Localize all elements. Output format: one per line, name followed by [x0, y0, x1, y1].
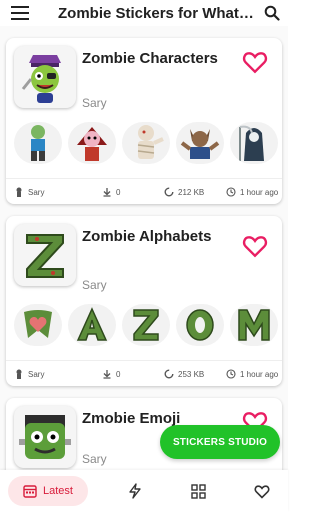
pack-header: Zombie Characters Sary: [6, 38, 282, 118]
meta-downloads: 0: [102, 369, 120, 379]
meta-downloads-text: 0: [116, 187, 121, 197]
pack-meta-bar: Sary 0 212 KB 1 hour ago: [6, 178, 282, 204]
zombie-letter-m-icon: [238, 309, 270, 341]
zombie-pirate-icon: [21, 55, 61, 103]
meta-size: 253 KB: [164, 369, 204, 379]
pack-thumbnail: [14, 46, 76, 108]
meta-updated-text: 1 hour ago: [240, 369, 279, 379]
pack-author: Sary: [82, 452, 107, 466]
pack-name: Zombie Alphabets: [82, 228, 212, 245]
pack-thumbnail: [14, 406, 76, 468]
meta-downloads: 0: [102, 187, 120, 197]
pack-header: Zombie Alphabets Sary: [6, 216, 282, 296]
sticker-thumb[interactable]: [68, 122, 116, 164]
zombie-letter-a-icon: [76, 307, 108, 341]
bottom-navigation: Latest: [0, 470, 288, 512]
grid-icon: [190, 483, 206, 499]
sticker-thumb[interactable]: [122, 122, 170, 164]
nav-favorites-tab[interactable]: [251, 480, 273, 502]
download-icon: [103, 370, 111, 379]
meta-author: Sary: [14, 187, 44, 197]
nav-categories-tab[interactable]: [187, 480, 209, 502]
app-screen: Zombie Stickers for WhatsApp Zombie Char…: [0, 0, 288, 512]
sticker-preview-row: [6, 304, 282, 354]
download-icon: [103, 188, 111, 197]
meta-downloads-text: 0: [116, 369, 121, 379]
sticker-thumb[interactable]: [14, 304, 62, 346]
sticker-preview-row: [6, 122, 282, 172]
top-app-bar: Zombie Stickers for WhatsApp: [0, 0, 288, 26]
zombie-vampire-icon: [77, 127, 107, 161]
meta-updated: 1 hour ago: [226, 369, 278, 379]
favorite-heart-icon[interactable]: [242, 50, 268, 74]
nav-latest-tab[interactable]: Latest: [8, 476, 88, 506]
zombie-letter-o-icon: [186, 309, 214, 341]
zombie-heart-icon: [24, 310, 52, 338]
app-title: Zombie Stickers for WhatsApp: [58, 4, 256, 22]
heart-outline-icon: [254, 484, 270, 499]
sticker-thumb[interactable]: [230, 304, 278, 346]
meta-author-text: Sary: [28, 187, 45, 197]
nav-trending-tab[interactable]: [124, 480, 146, 502]
pack-name: Zombie Characters: [82, 50, 218, 67]
grim-reaper-icon: [239, 125, 264, 161]
pack-author: Sary: [82, 96, 107, 110]
sticker-thumb[interactable]: [176, 122, 224, 164]
pack-card-zombie-alphabets[interactable]: Zombie Alphabets Sary Sary 0 253 KB 1 ho…: [6, 216, 282, 386]
meta-updated-text: 1 hour ago: [240, 187, 279, 197]
sticker-thumb[interactable]: [230, 122, 278, 164]
meta-size-text: 212 KB: [178, 187, 205, 197]
sticker-thumb[interactable]: [122, 304, 170, 346]
meta-author-text: Sary: [28, 369, 45, 379]
favorite-heart-icon[interactable]: [242, 234, 268, 258]
sticker-pack-list[interactable]: Zombie Characters Sary Sary 0 212 KB 1 h…: [0, 26, 288, 470]
pack-meta-bar: Sary 0 253 KB 1 hour ago: [6, 360, 282, 386]
search-icon: [264, 5, 280, 21]
clock-icon: [226, 369, 236, 379]
lightning-icon: [129, 483, 141, 499]
zombie-small-icon: [16, 187, 22, 197]
pack-thumbnail: [14, 224, 76, 286]
sticker-thumb[interactable]: [68, 304, 116, 346]
werewolf-icon: [180, 129, 220, 159]
meta-author: Sary: [14, 369, 44, 379]
meta-updated: 1 hour ago: [226, 187, 278, 197]
search-button[interactable]: [256, 0, 288, 26]
pack-author: Sary: [82, 278, 107, 292]
zombie-letter-z-icon: [133, 309, 159, 341]
hamburger-icon: [11, 6, 29, 20]
zombie-small-icon: [16, 369, 22, 379]
data-usage-icon: [164, 187, 174, 197]
pack-card-zombie-characters[interactable]: Zombie Characters Sary Sary 0 212 KB 1 h…: [6, 38, 282, 204]
meta-size: 212 KB: [164, 187, 204, 197]
calendar-icon: [23, 485, 37, 498]
sticker-thumb[interactable]: [176, 304, 224, 346]
data-usage-icon: [164, 369, 174, 379]
sticker-thumb[interactable]: [14, 122, 62, 164]
clock-icon: [226, 187, 236, 197]
zombie-boy-icon: [31, 125, 45, 161]
mummy-icon: [137, 125, 164, 159]
menu-button[interactable]: [0, 0, 40, 26]
stickers-studio-button[interactable]: STICKERS STUDIO: [160, 425, 280, 459]
nav-latest-label: Latest: [43, 485, 73, 497]
zombie-letter-z-icon: [26, 234, 64, 278]
frankenstein-face-icon: [19, 415, 71, 459]
meta-size-text: 253 KB: [178, 369, 205, 379]
